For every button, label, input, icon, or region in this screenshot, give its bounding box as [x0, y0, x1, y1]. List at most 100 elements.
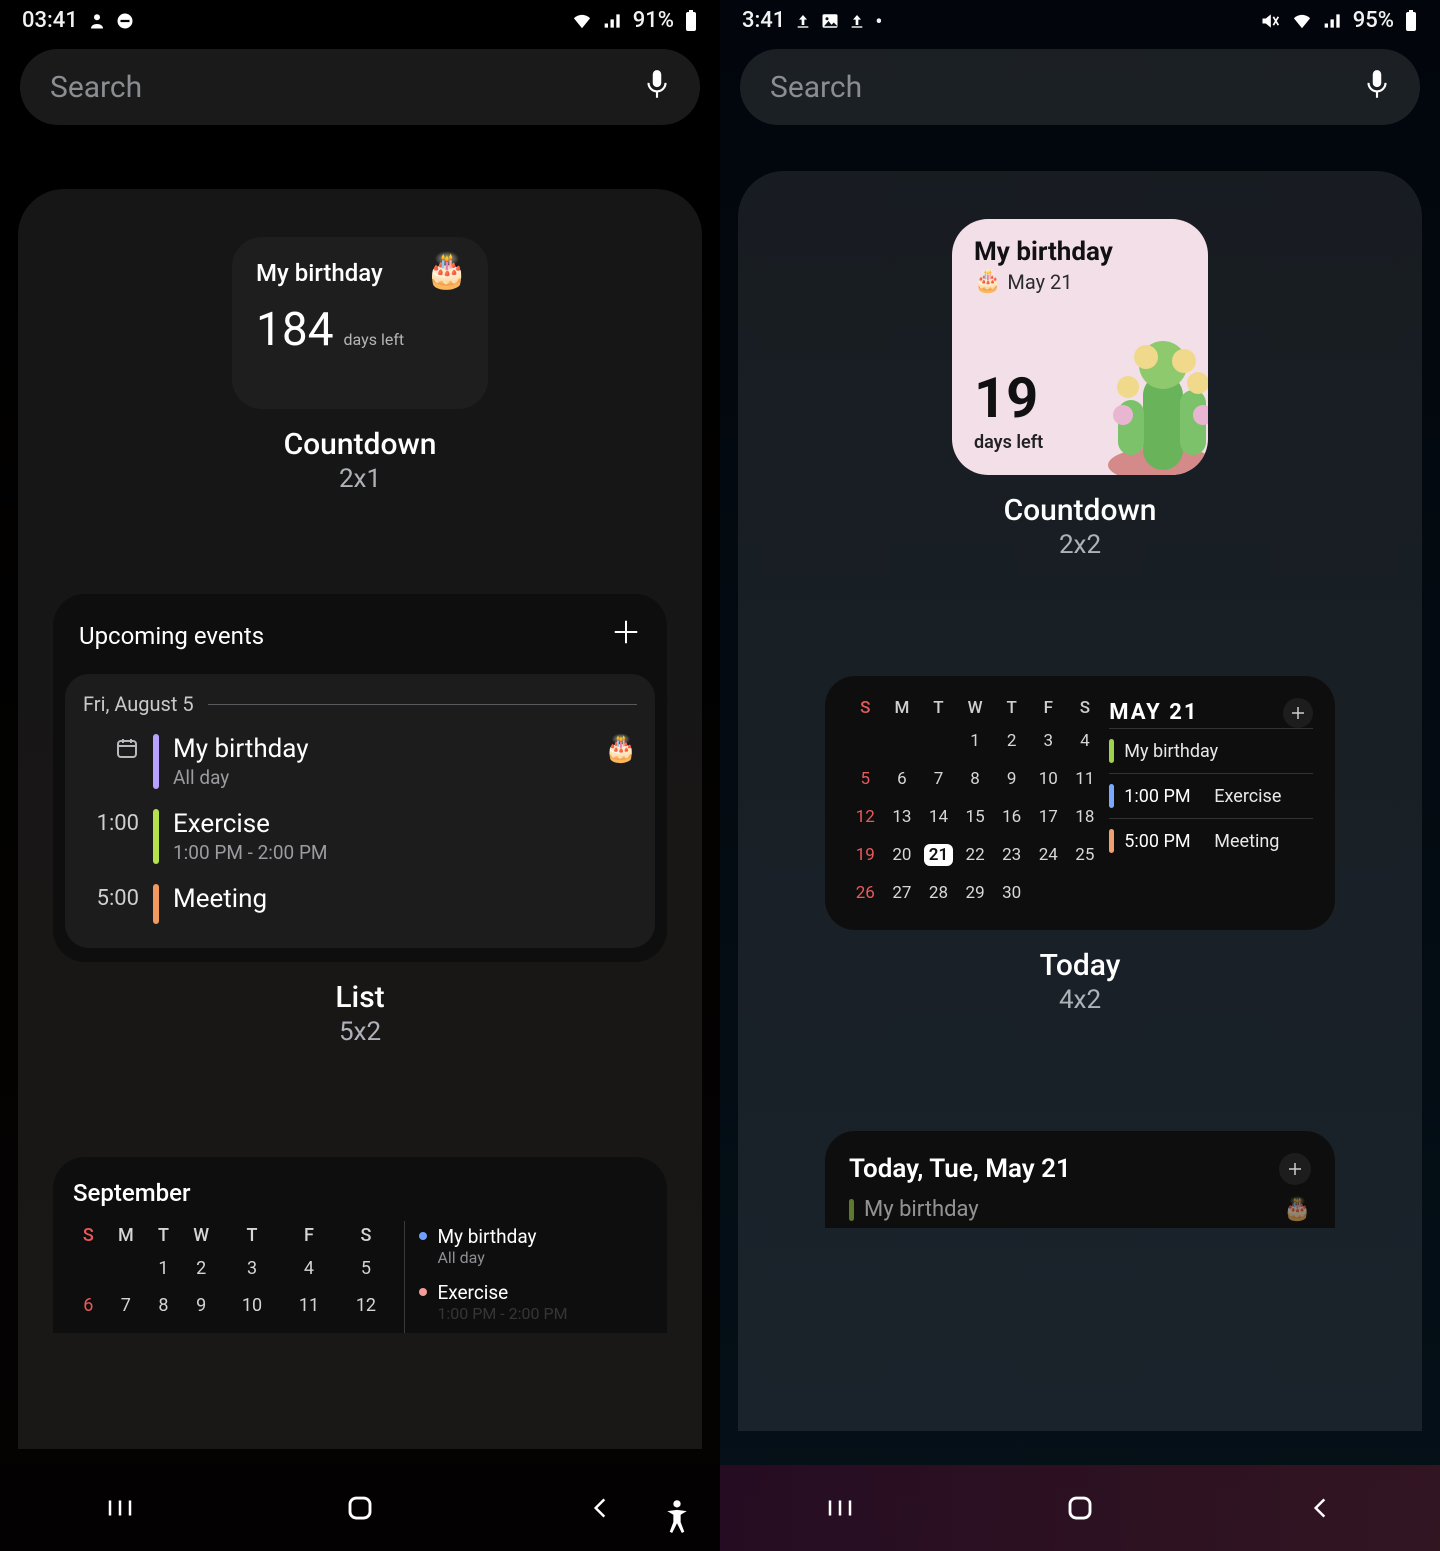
day: 29	[957, 874, 994, 912]
widget-size: 5x2	[18, 1017, 702, 1047]
add-icon[interactable]	[1279, 1153, 1311, 1185]
home-button[interactable]	[345, 1493, 375, 1523]
widget-label: Today	[738, 948, 1422, 983]
day	[847, 722, 884, 760]
status-bar: 03:41 91%	[0, 0, 720, 35]
event-row[interactable]: 5:00 Meeting	[83, 874, 637, 934]
dow: M	[104, 1221, 148, 1250]
day: 9	[993, 760, 1030, 798]
cake-icon: 🎂	[605, 734, 637, 764]
widget-label: List	[18, 980, 702, 1015]
today-month: MAY 21	[1109, 700, 1198, 725]
home-button[interactable]	[1065, 1493, 1095, 1523]
day: 6	[884, 760, 921, 798]
event-color-bar	[153, 734, 159, 789]
agenda-sub: All day	[437, 1248, 536, 1267]
day: 18	[1067, 798, 1104, 836]
upload-icon	[795, 12, 811, 30]
today-event[interactable]: My birthday	[1109, 728, 1313, 773]
mute-icon	[1259, 11, 1281, 31]
day: 10	[224, 1287, 281, 1324]
upload-icon	[849, 12, 865, 30]
mic-icon[interactable]	[1364, 68, 1390, 106]
event-name: Exercise	[173, 809, 637, 839]
search-bar[interactable]: Search	[740, 49, 1420, 125]
mini-calendar: S M T W T F S 12345678910111213141516171…	[847, 698, 1103, 912]
day	[1030, 874, 1067, 912]
today-event[interactable]: 5:00 PM Meeting	[1109, 818, 1313, 863]
list-header: Upcoming events	[79, 622, 264, 650]
status-time: 3:41	[742, 8, 785, 33]
day: 30	[993, 874, 1030, 912]
mic-icon[interactable]	[644, 68, 670, 106]
day: 12	[847, 798, 884, 836]
day: 23	[993, 836, 1030, 874]
widget-size: 2x2	[738, 530, 1422, 560]
agenda-sub: 1:00 PM - 2:00 PM	[437, 1304, 567, 1323]
day	[920, 722, 957, 760]
mini-calendar: S M T W T F S 1 2	[73, 1221, 394, 1333]
add-icon[interactable]	[611, 616, 641, 656]
day: 9	[179, 1287, 224, 1324]
dow: S	[847, 698, 884, 718]
recents-button[interactable]	[825, 1493, 855, 1523]
today-list-widget[interactable]: Today, Tue, May 21 My birthday 🎂	[825, 1131, 1335, 1228]
cake-icon: 🎂	[426, 251, 468, 291]
countdown-widget[interactable]: My birthday 🎂 May 21 19 days left	[952, 219, 1208, 475]
agenda-item[interactable]: Exercise 1:00 PM - 2:00 PM	[419, 1277, 647, 1333]
day: 1	[148, 1250, 179, 1287]
day	[104, 1250, 148, 1287]
countdown-title: My birthday	[974, 237, 1186, 267]
day: 8	[957, 760, 994, 798]
month-widget[interactable]: September S M T W T F S	[53, 1157, 667, 1333]
day	[1067, 874, 1104, 912]
event-name: Exercise	[1214, 786, 1281, 807]
event-time: 5:00	[83, 884, 139, 911]
calendar-icon	[83, 734, 139, 760]
dow: T	[993, 698, 1030, 718]
agenda-item[interactable]: My birthday All day	[419, 1221, 647, 1277]
status-icon	[88, 12, 106, 30]
search-bar[interactable]: Search	[20, 49, 700, 125]
search-placeholder: Search	[50, 70, 142, 105]
day: 3	[1030, 722, 1067, 760]
cake-icon: 🎂	[1284, 1197, 1311, 1222]
recents-button[interactable]	[105, 1493, 135, 1523]
event-name: My birthday	[864, 1197, 979, 1222]
event-row[interactable]: My birthday 🎂	[849, 1197, 1311, 1222]
day: 11	[1067, 760, 1104, 798]
phone-left: 03:41 91% Search	[0, 0, 720, 1551]
day: 28	[920, 874, 957, 912]
cake-icon: 🎂	[974, 269, 1001, 294]
event-row[interactable]: My birthday All day 🎂	[83, 724, 637, 799]
add-icon[interactable]	[1283, 698, 1313, 728]
event-color-bar	[153, 884, 159, 924]
day: 19	[847, 836, 884, 874]
back-button[interactable]	[1307, 1493, 1333, 1523]
agenda-name: My birthday	[437, 1225, 536, 1248]
status-bar: 3:41 • 95%	[720, 0, 1440, 35]
back-button[interactable]	[587, 1493, 613, 1523]
countdown-widget[interactable]: My birthday 🎂 184 days left	[232, 237, 488, 409]
day: 24	[1030, 836, 1067, 874]
dow: T	[148, 1221, 179, 1250]
dow: W	[179, 1221, 224, 1250]
day: 11	[280, 1287, 337, 1324]
battery-text: 91%	[633, 8, 674, 33]
dow: W	[957, 698, 994, 718]
list-body: Fri, August 5 My birthday All day 🎂 1:00	[65, 674, 655, 948]
today-widget[interactable]: S M T W T F S 12345678910111213141516171…	[825, 676, 1335, 930]
event-time: 1:00	[83, 809, 139, 836]
day: 16	[993, 798, 1030, 836]
wifi-icon	[1291, 12, 1313, 30]
widget-label: Countdown	[738, 493, 1422, 528]
nav-bar	[720, 1465, 1440, 1551]
event-row[interactable]: 1:00 Exercise 1:00 PM - 2:00 PM	[83, 799, 637, 874]
event-color-bar	[1109, 739, 1114, 763]
day: 4	[280, 1250, 337, 1287]
today-event[interactable]: 1:00 PM Exercise	[1109, 773, 1313, 818]
list-widget[interactable]: Upcoming events Fri, August 5 My birthda	[53, 594, 667, 962]
widget-size: 4x2	[738, 985, 1422, 1015]
accessibility-icon[interactable]	[662, 1499, 692, 1533]
day: 8	[148, 1287, 179, 1324]
